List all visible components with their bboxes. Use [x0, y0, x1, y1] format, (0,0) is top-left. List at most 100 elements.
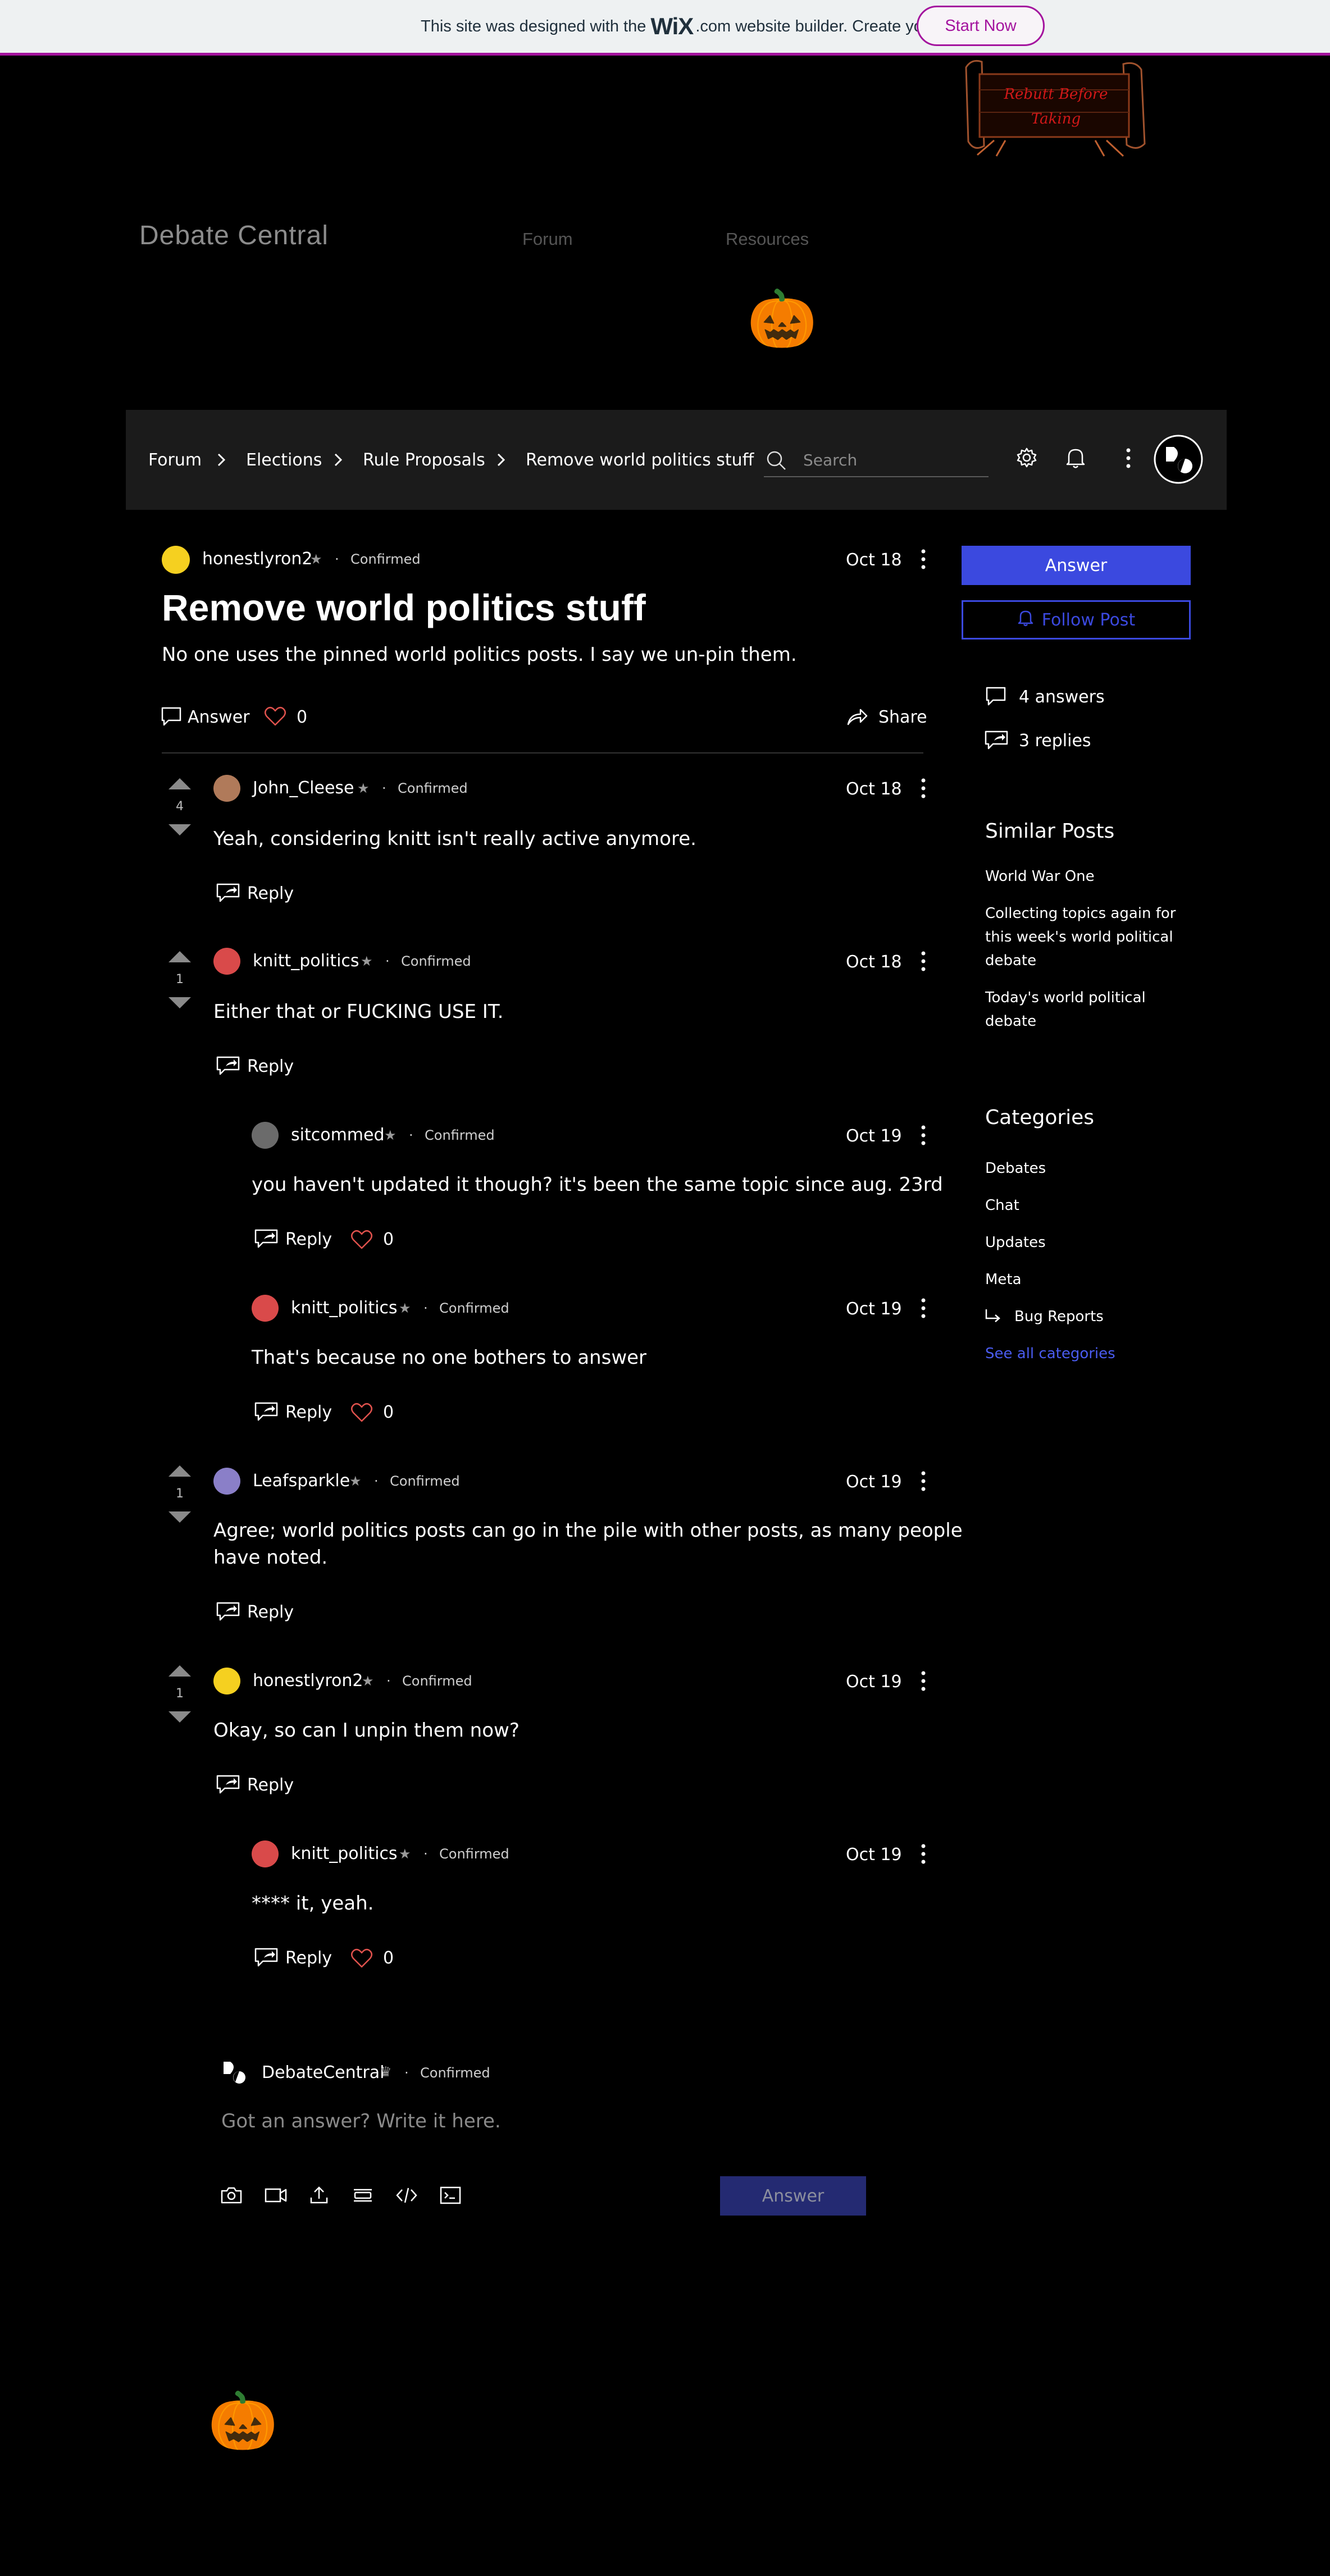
- star-icon: ★: [357, 780, 370, 796]
- answer-more-icon[interactable]: [917, 1670, 930, 1695]
- post-answer-link[interactable]: Answer: [188, 707, 250, 727]
- chevron-right-icon: [332, 410, 344, 510]
- follow-post-button[interactable]: Follow Post: [962, 600, 1191, 640]
- downvote-icon[interactable]: [167, 1510, 192, 1526]
- site-name[interactable]: Debate Central: [139, 220, 329, 251]
- reply-icon[interactable]: [216, 1774, 240, 1797]
- reply-avatar[interactable]: [252, 1295, 279, 1322]
- reply-icon[interactable]: [254, 1947, 279, 1970]
- upload-icon[interactable]: [309, 2185, 329, 2208]
- author-avatar[interactable]: [162, 546, 190, 574]
- heart-icon[interactable]: [350, 1948, 373, 1971]
- search-input[interactable]: [802, 444, 984, 476]
- answer-more-icon[interactable]: [917, 1470, 930, 1495]
- start-now-button[interactable]: Start Now: [917, 6, 1045, 46]
- downvote-icon[interactable]: [167, 1710, 192, 1726]
- similar-post-link[interactable]: Today's world political debate: [985, 986, 1146, 1033]
- reply-icon[interactable]: [254, 1401, 279, 1424]
- breadcrumb-forum[interactable]: Forum: [148, 410, 202, 510]
- upvote-icon[interactable]: [167, 1664, 192, 1680]
- reply-link[interactable]: Reply: [247, 1602, 294, 1622]
- category-bug-reports[interactable]: Bug Reports: [1014, 1305, 1104, 1328]
- reply-author[interactable]: knitt_politics: [291, 1298, 398, 1318]
- nav-resources[interactable]: Resources: [726, 229, 809, 249]
- post-more-icon[interactable]: [917, 548, 930, 573]
- settings-icon[interactable]: [1015, 446, 1038, 471]
- search-field[interactable]: [764, 444, 989, 477]
- similar-post-line: debate: [985, 1013, 1037, 1030]
- breadcrumb-rule-proposals[interactable]: Rule Proposals: [363, 410, 485, 510]
- reply-icon[interactable]: [216, 883, 240, 905]
- reply-link[interactable]: Reply: [247, 884, 294, 903]
- reply-more-icon[interactable]: [917, 1297, 930, 1322]
- heart-icon[interactable]: [264, 706, 286, 729]
- like-count: 0: [383, 1948, 394, 1968]
- downvote-icon[interactable]: [167, 996, 192, 1012]
- downvote-icon[interactable]: [167, 823, 192, 839]
- reply-link[interactable]: Reply: [247, 1057, 294, 1076]
- camera-icon[interactable]: [220, 2185, 243, 2208]
- submit-answer-button[interactable]: Answer: [720, 2176, 866, 2216]
- video-icon[interactable]: [264, 2185, 288, 2208]
- answer-input[interactable]: Got an answer? Write it here.: [221, 2110, 501, 2132]
- upvote-icon[interactable]: [167, 950, 192, 966]
- category-updates[interactable]: Updates: [985, 1231, 1046, 1254]
- answer-bubble-icon[interactable]: [161, 706, 182, 729]
- bell-icon[interactable]: [1064, 446, 1087, 472]
- answer-author[interactable]: John_Cleese: [253, 778, 354, 798]
- confirmed-badge: Confirmed: [350, 551, 421, 567]
- more-options-icon[interactable]: [1122, 447, 1135, 472]
- reply-author[interactable]: knitt_politics: [291, 1844, 398, 1864]
- reply-avatar[interactable]: [252, 1122, 279, 1149]
- code-icon[interactable]: [395, 2185, 418, 2208]
- reply-icon[interactable]: [254, 1228, 279, 1251]
- see-all-categories-link[interactable]: See all categories: [985, 1342, 1115, 1365]
- answer-date: Oct 19: [846, 1672, 902, 1692]
- separator-dot: ·: [404, 2065, 409, 2081]
- share-icon[interactable]: [846, 706, 868, 729]
- user-avatar[interactable]: [1154, 435, 1203, 486]
- similar-post-line: debate: [985, 952, 1037, 969]
- reply-author[interactable]: sitcommed: [291, 1125, 385, 1145]
- reply-more-icon[interactable]: [917, 1124, 930, 1149]
- answer-avatar[interactable]: [213, 1668, 240, 1695]
- category-meta[interactable]: Meta: [985, 1268, 1022, 1291]
- answer-more-icon[interactable]: [917, 950, 930, 975]
- confirmed-badge: Confirmed: [390, 1473, 460, 1489]
- share-link[interactable]: Share: [878, 707, 927, 727]
- divider-icon[interactable]: [352, 2185, 374, 2208]
- similar-post-link[interactable]: World War One: [985, 865, 1095, 888]
- answer-author[interactable]: honestlyron2: [253, 1671, 363, 1691]
- answer-avatar[interactable]: [213, 1468, 240, 1495]
- reply-icon[interactable]: [216, 1056, 240, 1078]
- heart-icon[interactable]: [350, 1230, 373, 1252]
- reply-link[interactable]: Reply: [285, 1403, 332, 1422]
- reply-icon[interactable]: [216, 1601, 240, 1624]
- nav-forum[interactable]: Forum: [522, 229, 573, 249]
- reply-link[interactable]: Reply: [247, 1775, 294, 1795]
- upvote-icon[interactable]: [167, 777, 192, 793]
- reply-avatar[interactable]: [252, 1840, 279, 1867]
- reply-link[interactable]: Reply: [285, 1230, 332, 1249]
- reply-more-icon[interactable]: [917, 1843, 930, 1867]
- category-debates[interactable]: Debates: [985, 1157, 1046, 1180]
- upvote-icon[interactable]: [167, 1464, 192, 1480]
- reply-link[interactable]: Reply: [285, 1948, 332, 1968]
- breadcrumb-elections[interactable]: Elections: [246, 410, 322, 510]
- answer-button[interactable]: Answer: [962, 546, 1191, 585]
- answers-icon: [985, 686, 1006, 709]
- heart-icon[interactable]: [350, 1403, 373, 1425]
- replies-icon: [984, 730, 1009, 752]
- answer-more-icon[interactable]: [917, 777, 930, 802]
- category-chat[interactable]: Chat: [985, 1194, 1019, 1217]
- banner-text-before: This site was designed with the: [420, 17, 646, 35]
- breadcrumb-current-post[interactable]: Remove world politics stuff: [526, 410, 754, 510]
- answer-avatar[interactable]: [213, 775, 240, 802]
- answer-author[interactable]: knitt_politics: [253, 951, 359, 971]
- answer-author[interactable]: Leafsparkle: [253, 1471, 350, 1491]
- answer-avatar[interactable]: [213, 948, 240, 975]
- similar-post-link[interactable]: Collecting topics again for this week's …: [985, 902, 1176, 972]
- embed-icon[interactable]: [439, 2185, 462, 2208]
- site-logo[interactable]: Rebutt Before Taking: [955, 56, 1157, 157]
- post-author[interactable]: honestlyron2: [202, 549, 312, 569]
